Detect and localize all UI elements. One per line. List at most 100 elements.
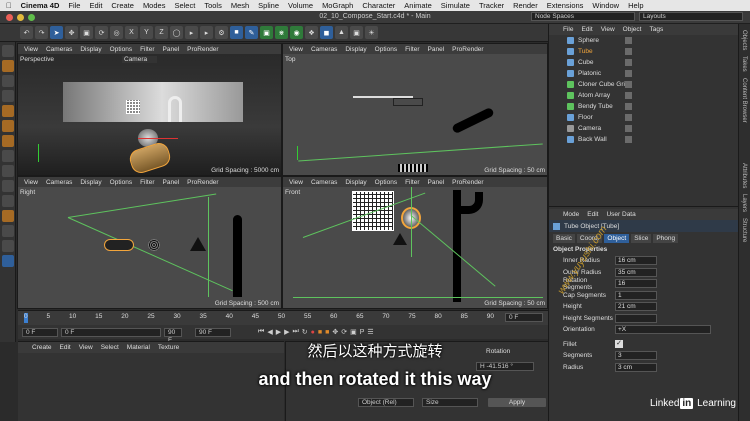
visibility-toggle[interactable] — [625, 37, 632, 44]
side-tab-structure[interactable]: Structure — [741, 218, 747, 242]
record-icon[interactable]: ● — [311, 329, 315, 336]
side-tab-layers[interactable]: Layers — [741, 194, 747, 212]
menu-spline[interactable]: Spline — [258, 1, 279, 10]
layout-icon[interactable] — [2, 255, 14, 267]
app-menu[interactable]: Cinema 4D — [21, 1, 60, 10]
render-view-icon[interactable]: ▸ — [185, 26, 198, 39]
menu-tools[interactable]: Tools — [204, 1, 222, 10]
vp-menu-cameras[interactable]: Cameras — [311, 179, 337, 186]
visibility-toggle[interactable] — [625, 48, 632, 55]
visibility-toggle[interactable] — [625, 103, 632, 110]
loop-icon[interactable]: ↻ — [302, 328, 308, 336]
spline-pen-icon[interactable]: ✎ — [245, 26, 258, 39]
vp-menu-prorender[interactable]: ProRender — [187, 179, 218, 186]
outer-radius-input[interactable]: 35 cm — [615, 267, 657, 277]
perspective-viewport[interactable]: View Cameras Display Options Filter Pane… — [17, 43, 282, 176]
coordinate-system-icon[interactable]: ◯ — [170, 26, 183, 39]
object-row-tube[interactable]: Tube — [549, 46, 738, 57]
cap-segments-input[interactable]: 1 — [615, 290, 657, 300]
render-settings-icon[interactable]: ⚙ — [215, 26, 228, 39]
play-icon[interactable]: ▶ — [276, 328, 281, 336]
menu-modes[interactable]: Modes — [143, 1, 166, 10]
x-axis-toggle[interactable]: X — [125, 26, 138, 39]
snap-icon[interactable] — [2, 180, 14, 192]
vp-menu-prorender[interactable]: ProRender — [452, 179, 483, 186]
y-axis-toggle[interactable]: Y — [140, 26, 153, 39]
right-viewport[interactable]: View Cameras Display Options Filter Pane… — [17, 176, 282, 309]
visibility-toggle[interactable] — [625, 81, 632, 88]
menu-help[interactable]: Help — [628, 1, 643, 10]
vp-menu-panel[interactable]: Panel — [428, 179, 445, 186]
object-row-cloner-cube-grid[interactable]: Cloner Cube Grid — [549, 79, 738, 90]
points-mode-icon[interactable] — [2, 105, 14, 117]
cube-primitive-icon[interactable]: ■ — [230, 26, 243, 39]
apple-icon[interactable]:  — [6, 1, 12, 10]
vp-menu-view[interactable]: View — [289, 46, 303, 53]
vp-menu-cameras[interactable]: Cameras — [311, 46, 337, 53]
vp-menu-filter[interactable]: Filter — [140, 179, 154, 186]
object-row-atom-array[interactable]: Atom Array — [549, 90, 738, 101]
vp-menu-prorender[interactable]: ProRender — [452, 46, 483, 53]
visibility-toggle[interactable] — [625, 70, 632, 77]
side-tab-takes[interactable]: Takes — [741, 56, 747, 72]
vp-menu-view[interactable]: View — [289, 179, 303, 186]
go-to-start-icon[interactable]: ⏮ — [258, 328, 264, 336]
visibility-toggle[interactable] — [625, 92, 632, 99]
menu-select[interactable]: Select — [174, 1, 195, 10]
scale-tool-icon[interactable]: ▣ — [80, 26, 93, 39]
obj-menu-tags[interactable]: Tags — [649, 26, 663, 33]
vp-menu-display[interactable]: Display — [80, 179, 101, 186]
recent-tools-icon[interactable]: ◎ — [110, 26, 123, 39]
orientation-dropdown[interactable]: +X — [615, 325, 711, 335]
undo-icon[interactable]: ↶ — [20, 26, 33, 39]
attr-menu-edit[interactable]: Edit — [587, 211, 598, 218]
vp-menu-view[interactable]: View — [24, 46, 38, 53]
object-row-sphere[interactable]: Sphere — [549, 35, 738, 46]
object-row-bendy-tube[interactable]: Bendy Tube — [549, 101, 738, 112]
previous-key-icon[interactable]: ◀ — [267, 328, 272, 336]
object-row-cube[interactable]: Cube — [549, 57, 738, 68]
vp-menu-panel[interactable]: Panel — [163, 46, 180, 53]
vp-menu-panel[interactable]: Panel — [163, 179, 180, 186]
position-key-icon[interactable]: ✥ — [332, 328, 338, 336]
layouts-dropdown[interactable]: Layouts — [639, 12, 743, 21]
object-row-floor[interactable]: Floor — [549, 112, 738, 123]
menu-character[interactable]: Character — [362, 1, 395, 10]
menu-mesh[interactable]: Mesh — [231, 1, 249, 10]
menu-tracker[interactable]: Tracker — [479, 1, 504, 10]
mograph-effector-icon[interactable]: ◉ — [290, 26, 303, 39]
object-row-camera[interactable]: Camera — [549, 123, 738, 134]
vp-menu-options[interactable]: Options — [375, 179, 397, 186]
visibility-toggle[interactable] — [625, 59, 632, 66]
object-row-platonic[interactable]: Platonic — [549, 68, 738, 79]
vp-menu-display[interactable]: Display — [80, 46, 101, 53]
model-mode-icon[interactable] — [2, 60, 14, 72]
vp-menu-display[interactable]: Display — [345, 179, 366, 186]
visibility-toggle[interactable] — [625, 114, 632, 121]
next-key-icon[interactable]: ▶ — [284, 328, 289, 336]
grid-icon[interactable] — [2, 240, 14, 252]
apply-button[interactable]: Apply — [488, 398, 546, 407]
vp-menu-filter[interactable]: Filter — [405, 46, 419, 53]
height-segments-input[interactable] — [615, 313, 657, 323]
obj-menu-file[interactable]: File — [563, 26, 573, 33]
vp-menu-options[interactable]: Options — [110, 179, 132, 186]
tweak-mode-icon[interactable] — [2, 165, 14, 177]
attr-menu-mode[interactable]: Mode — [563, 211, 579, 218]
axis-mode-icon[interactable] — [2, 150, 14, 162]
solo-mode-icon[interactable] — [2, 210, 14, 222]
tab-phong[interactable]: Phong — [653, 233, 679, 243]
start-frame-field[interactable]: 0 F — [22, 327, 58, 337]
keyframe-selection-icon[interactable]: ■ — [325, 329, 329, 336]
tab-basic[interactable]: Basic — [553, 233, 575, 243]
cloner-icon[interactable]: ⋇ — [275, 26, 288, 39]
camera-selector[interactable]: Camera — [122, 56, 158, 63]
size-mode-dropdown[interactable]: Size — [422, 398, 478, 407]
menu-volume[interactable]: Volume — [288, 1, 313, 10]
current-frame-field[interactable]: 0 F — [505, 313, 543, 322]
menu-file[interactable]: File — [68, 1, 80, 10]
live-select-icon[interactable]: ➤ — [50, 26, 63, 39]
edges-mode-icon[interactable] — [2, 120, 14, 132]
side-tab-attributes[interactable]: Attributes — [741, 163, 747, 188]
menu-create[interactable]: Create — [111, 1, 134, 10]
